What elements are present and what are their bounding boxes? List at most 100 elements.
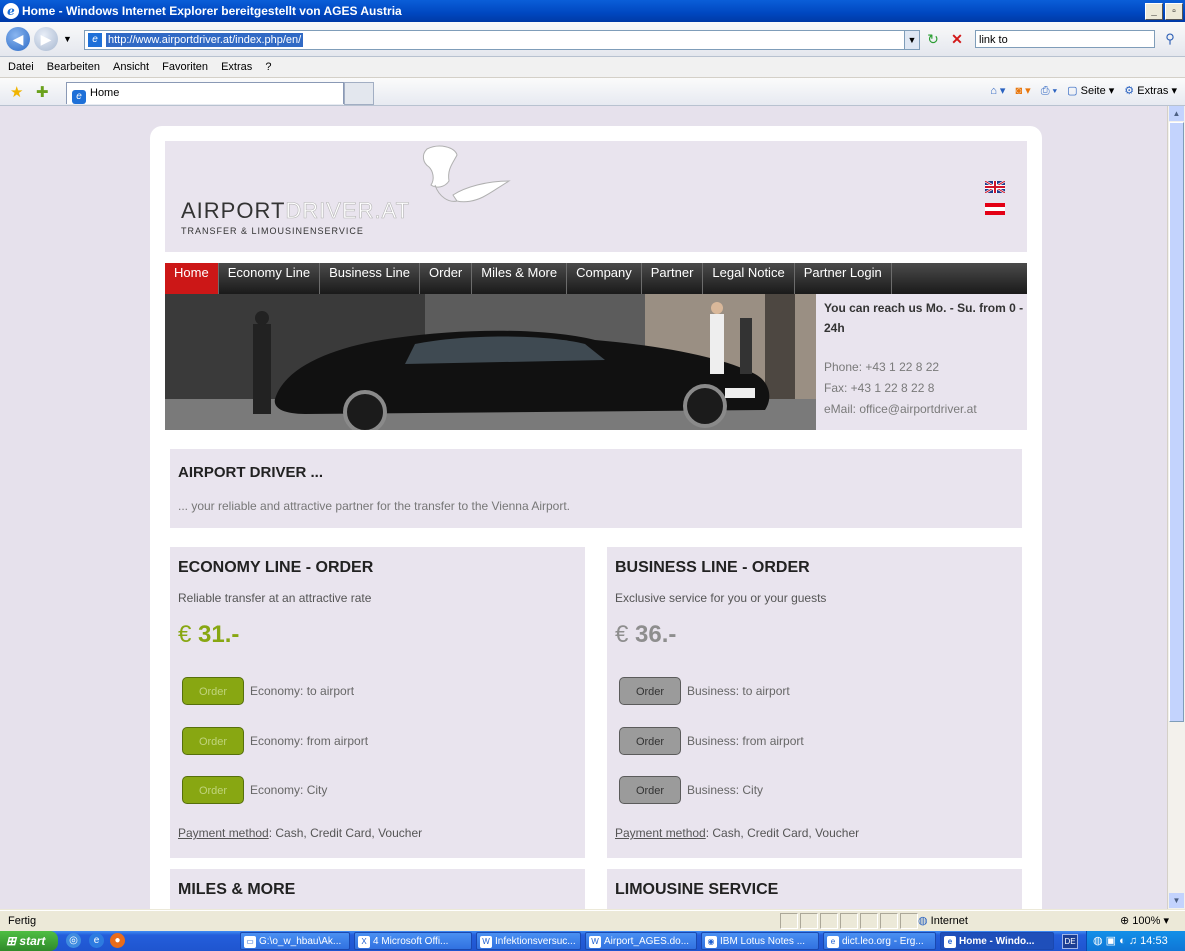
forward-button[interactable]: ▶	[34, 27, 58, 51]
menu-help[interactable]: ?	[265, 61, 271, 73]
menu-datei[interactable]: Datei	[8, 61, 34, 73]
security-zone[interactable]: ◍ Internet	[918, 911, 968, 931]
zoom-icon: ⊕	[1120, 915, 1130, 927]
limousine-box: LIMOUSINE SERVICE	[607, 869, 1022, 909]
contact-hours: You can reach us Mo. - Su. from 0 - 24h	[824, 301, 1024, 335]
scroll-down-icon[interactable]: ▼	[1169, 893, 1184, 908]
uk-flag-icon[interactable]	[985, 181, 1005, 193]
business-city-order-button[interactable]: Order	[619, 776, 681, 804]
nav-miles-more[interactable]: Miles & More	[472, 263, 568, 294]
nav-partner[interactable]: Partner	[642, 263, 704, 294]
back-button[interactable]: ◀	[6, 27, 30, 51]
extras-menu-button[interactable]: ⚙ Extras ▾	[1124, 83, 1177, 100]
menu-extras[interactable]: Extras	[221, 61, 252, 73]
task-label: Infektionsversuc...	[495, 936, 576, 947]
window-title-bar[interactable]: e Home - Windows Internet Explorer berei…	[0, 0, 1185, 22]
vertical-scrollbar[interactable]: ▲ ▼	[1167, 106, 1185, 909]
feeds-icon[interactable]: ◙ ▾	[1015, 83, 1030, 100]
business-box: BUSINESS LINE - ORDER Exclusive service …	[607, 547, 1022, 858]
economy-payment: Payment method: Cash, Credit Card, Vouch…	[178, 826, 422, 840]
home-icon[interactable]: ⌂ ▾	[990, 83, 1005, 100]
maximize-button[interactable]: ▫	[1165, 3, 1183, 20]
nav-economy-line[interactable]: Economy Line	[219, 263, 321, 294]
tab-home[interactable]: e Home	[66, 82, 344, 104]
antivirus-icon[interactable]: ◐	[1119, 935, 1126, 947]
menu-bar: Datei Bearbeiten Ansicht Favoriten Extra…	[0, 57, 1185, 78]
minimize-button[interactable]: _	[1145, 3, 1163, 20]
taskbar-item-office[interactable]: X4 Microsoft Offi...	[354, 932, 472, 950]
economy-title: ECONOMY LINE - ORDER	[178, 559, 374, 576]
taskbar-item-explorer[interactable]: ▭ G:\o_w_hbau\Ak...	[240, 932, 350, 950]
scroll-up-icon[interactable]: ▲	[1169, 106, 1184, 121]
nav-partner-login[interactable]: Partner Login	[795, 263, 892, 294]
nav-legal-notice[interactable]: Legal Notice	[703, 263, 795, 294]
zoom-level: 100%	[1132, 915, 1161, 927]
nav-business-line[interactable]: Business Line	[320, 263, 421, 294]
task-label: Airport_AGES.do...	[604, 936, 690, 947]
economy-city-order-button[interactable]: Order	[182, 776, 244, 804]
taskbar-item-ie-home[interactable]: e Home - Windo...	[940, 932, 1054, 950]
page-menu-label: Seite	[1080, 85, 1106, 97]
page-menu-button[interactable]: ▢ Seite ▾	[1067, 83, 1114, 100]
new-tab-button[interactable]	[344, 82, 374, 105]
austria-flag-icon[interactable]	[985, 203, 1005, 215]
notes-tray-icon[interactable]: ▣	[1106, 935, 1116, 947]
economy-payment-link[interactable]: Payment method	[178, 826, 269, 840]
main-nav: Home Economy Line Business Line Order Mi…	[165, 263, 1027, 294]
menu-favoriten[interactable]: Favoriten	[162, 61, 208, 73]
nav-home[interactable]: Home	[165, 263, 219, 294]
network-icon[interactable]: ◍	[1093, 935, 1103, 947]
contact-email[interactable]: eMail: office@airportdriver.at	[824, 402, 977, 416]
contact-panel: You can reach us Mo. - Su. from 0 - 24h …	[816, 294, 1027, 430]
window-controls: _ ▫	[1145, 3, 1183, 20]
page-icon: e	[88, 33, 102, 47]
task-label: G:\o_w_hbau\Ak...	[259, 936, 342, 947]
taskbar-item-word-1[interactable]: W Infektionsversuc...	[476, 932, 581, 950]
taskbar-item-word-2[interactable]: W Airport_AGES.do...	[585, 932, 697, 950]
search-icon[interactable]: ⚲	[1160, 30, 1180, 48]
add-favorites-icon[interactable]: ✚	[36, 83, 49, 101]
address-dropdown-icon[interactable]: ▼	[904, 31, 919, 49]
address-field[interactable]: e http://www.airportdriver.at/index.php/…	[84, 30, 920, 50]
language-indicator[interactable]: DE	[1062, 934, 1078, 949]
menu-bearbeiten[interactable]: Bearbeiten	[47, 61, 100, 73]
page-viewport: AIRPORTDRIVER.AT TRANSFER & LIMOUSINENSE…	[0, 106, 1167, 909]
business-from-airport-order-button[interactable]: Order	[619, 727, 681, 755]
ie-quicklaunch-icon[interactable]: e	[89, 933, 104, 948]
word-icon: W	[589, 936, 601, 948]
economy-currency: €	[178, 621, 192, 648]
status-bar: Fertig ◍ Internet ⊕ 100% ▾	[0, 910, 1185, 931]
address-url[interactable]: http://www.airportdriver.at/index.php/en…	[106, 33, 304, 47]
start-button[interactable]: ⊞ start	[0, 931, 58, 951]
limousine-photo	[165, 294, 816, 430]
refresh-icon[interactable]: ↻	[924, 30, 942, 48]
taskbar-item-lotus-notes[interactable]: ◉ IBM Lotus Notes ...	[701, 932, 819, 950]
miles-title: MILES & MORE	[178, 881, 296, 898]
zoom-control[interactable]: ⊕ 100% ▾	[1120, 911, 1169, 931]
business-to-airport-order-button[interactable]: Order	[619, 677, 681, 705]
logo-light: DRIVER.AT	[285, 198, 411, 224]
volume-icon[interactable]: ♫	[1129, 935, 1137, 947]
history-dropdown-icon[interactable]: ▼	[63, 34, 72, 44]
economy-from-airport-order-button[interactable]: Order	[182, 727, 244, 755]
scroll-thumb[interactable]	[1169, 122, 1184, 722]
print-icon[interactable]: ⎙ ▾	[1041, 83, 1057, 100]
economy-to-airport-order-button[interactable]: Order	[182, 677, 244, 705]
taskbar-item-dict-leo[interactable]: e dict.leo.org - Erg...	[823, 932, 936, 950]
nav-company[interactable]: Company	[567, 263, 642, 294]
nav-order[interactable]: Order	[420, 263, 473, 294]
show-desktop-icon[interactable]: ◎	[66, 933, 81, 948]
business-payment-link[interactable]: Payment method	[615, 826, 706, 840]
tab-label: Home	[90, 87, 120, 99]
economy-price-value: 31.-	[198, 621, 240, 648]
task-label: dict.leo.org - Erg...	[842, 936, 924, 947]
menu-ansicht[interactable]: Ansicht	[113, 61, 149, 73]
status-cells	[780, 913, 918, 929]
firefox-quicklaunch-icon[interactable]: ●	[110, 933, 125, 948]
site-logo[interactable]: AIRPORTDRIVER.AT	[181, 198, 410, 224]
gear-icon: ⚙	[1124, 85, 1135, 97]
contact-fax: Fax: +43 1 22 8 22 8	[824, 381, 935, 395]
favorites-star-icon[interactable]: ★	[10, 83, 23, 101]
stop-icon[interactable]: ✕	[948, 30, 966, 48]
search-input[interactable]: link to	[975, 30, 1155, 48]
